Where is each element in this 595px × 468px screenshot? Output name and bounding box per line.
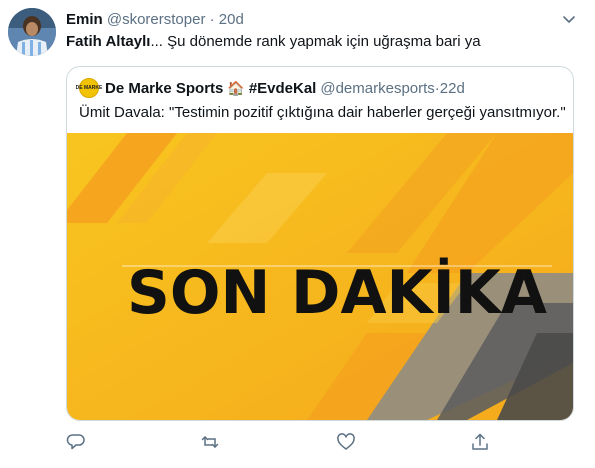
quoted-hashtag: #EvdeKal	[248, 79, 317, 97]
separator-dot: ·	[209, 11, 215, 28]
tweet-actions	[0, 432, 595, 456]
retweet-icon[interactable]	[200, 432, 220, 452]
quoted-display-name: De Marke Sports	[105, 79, 224, 97]
quoted-tweet-header: DE MARKE De Marke Sports 🏠 #EvdeKal @dem…	[76, 78, 465, 98]
tweet-text-rest: ... Şu dönemde rank yapmak için uğraşma …	[150, 33, 481, 50]
image-headline: SON DAKİKA	[127, 256, 548, 328]
quoted-avatar[interactable]: DE MARKE	[76, 78, 102, 98]
caret-down-icon[interactable]	[560, 10, 578, 28]
share-icon[interactable]	[470, 432, 490, 452]
quoted-tweet[interactable]: DE MARKE De Marke Sports 🏠 #EvdeKal @dem…	[66, 66, 574, 421]
reply-icon[interactable]	[66, 432, 86, 452]
tweet-text: Fatih Altaylı... Şu dönemde rank yapmak …	[66, 33, 481, 50]
quoted-tweet-text: Ümit Davala: "Testimin pozitif çıktığına…	[79, 104, 566, 121]
like-icon[interactable]	[336, 432, 356, 452]
quoted-time: 22d	[439, 79, 465, 97]
tweet-text-bold: Fatih Altaylı	[66, 33, 151, 50]
display-name[interactable]: Emin	[66, 11, 103, 28]
user-handle[interactable]: @skorerstoper	[107, 11, 206, 28]
quoted-handle: @demarkesports	[320, 79, 435, 97]
user-avatar[interactable]	[8, 8, 56, 56]
quoted-image[interactable]: SON DAKİKA	[67, 133, 573, 420]
quoted-avatar-text: DE MARKE	[75, 85, 103, 91]
tweet-time[interactable]: 20d	[219, 11, 244, 28]
house-icon: 🏠	[227, 79, 245, 96]
tweet-header: Emin @skorerstoper · 20d	[66, 11, 244, 28]
